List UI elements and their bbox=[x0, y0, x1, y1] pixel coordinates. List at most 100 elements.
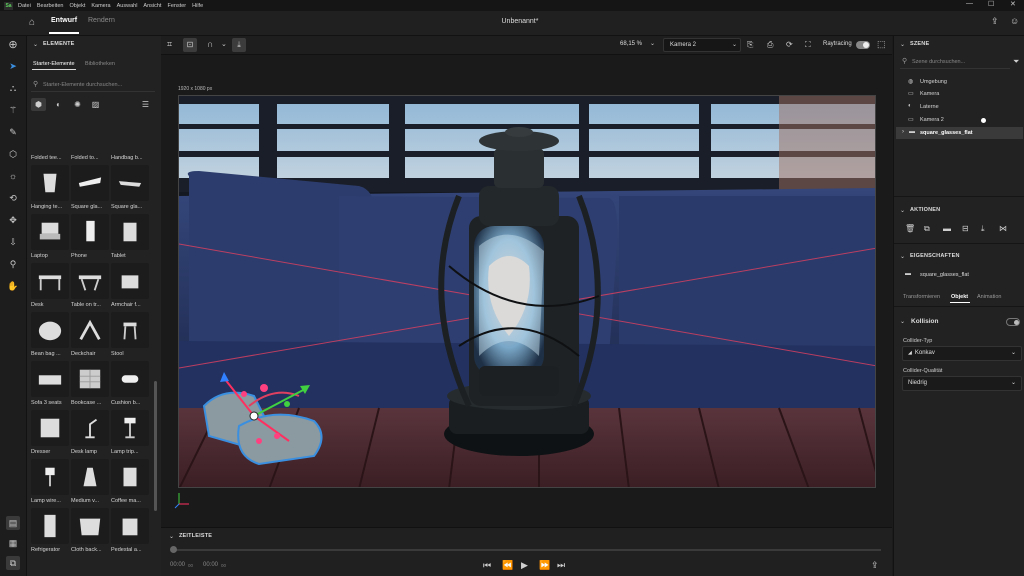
filter-icon[interactable]: ⏷ bbox=[1013, 57, 1019, 67]
scrollbar[interactable] bbox=[154, 381, 157, 511]
step-forward-icon[interactable]: ⏩ bbox=[539, 560, 550, 571]
asset-item[interactable]: Lamp wire... bbox=[31, 459, 69, 509]
hand-icon[interactable]: ✋ bbox=[6, 279, 20, 293]
menu-window[interactable]: Fenster bbox=[167, 3, 186, 9]
filter-images-icon[interactable]: ▨ bbox=[88, 98, 103, 111]
collider-type-select[interactable]: ◢ Konkav ⌄ bbox=[902, 346, 1022, 361]
menu-selection[interactable]: Auswahl bbox=[117, 3, 138, 9]
collider-quality-select[interactable]: Niedrig ⌄ bbox=[902, 376, 1022, 391]
camera-frame-icon[interactable]: ⛶ bbox=[805, 40, 811, 50]
layers-icon[interactable]: ⧉ bbox=[6, 556, 20, 570]
share-icon[interactable]: ⇪ bbox=[991, 16, 999, 27]
tab-object[interactable]: Objekt bbox=[951, 294, 968, 300]
collapse-chevron-icon[interactable]: ⌄ bbox=[33, 41, 38, 48]
select-tool-icon[interactable]: ➤ bbox=[6, 59, 20, 73]
asset-item[interactable]: Square gla... bbox=[71, 165, 109, 215]
group-icon[interactable]: ▬ bbox=[943, 224, 951, 233]
scene-item-environment[interactable]: Umgebung bbox=[920, 79, 947, 85]
raytracing-toggle[interactable] bbox=[856, 41, 870, 49]
asset-item[interactable]: Lamp trip... bbox=[111, 410, 149, 460]
scene-tool-icon[interactable]: ⛬ bbox=[6, 81, 20, 95]
asset-item[interactable]: Coffee ma... bbox=[111, 459, 149, 509]
magic-wand-icon[interactable]: ⚚ bbox=[6, 103, 20, 117]
list-view-icon[interactable]: ☰ bbox=[138, 98, 153, 111]
asset-item[interactable]: Deckchair bbox=[71, 312, 109, 362]
play-icon[interactable]: ▶ bbox=[521, 560, 528, 571]
asset-item[interactable]: Armchair f... bbox=[111, 263, 149, 313]
export-animation-icon[interactable]: ⇪ bbox=[871, 560, 879, 571]
maximize-icon[interactable]: ☐ bbox=[988, 0, 994, 8]
asset-item[interactable]: Phone bbox=[71, 214, 109, 264]
filter-materials-icon[interactable]: ◐ bbox=[51, 98, 66, 111]
minimize-icon[interactable]: — bbox=[966, 0, 973, 7]
asset-item[interactable]: Dresser bbox=[31, 410, 69, 460]
asset-item[interactable]: Table on tr... bbox=[71, 263, 109, 313]
collision-toggle[interactable] bbox=[1006, 318, 1020, 326]
collapse-chevron-icon[interactable]: ⌄ bbox=[900, 253, 905, 260]
library-icon[interactable]: ▦ bbox=[6, 536, 20, 550]
snap-icon[interactable]: ⊡ bbox=[183, 38, 197, 52]
asset-item[interactable]: Cloth back... bbox=[71, 508, 109, 558]
menu-help[interactable]: Hilfe bbox=[192, 3, 203, 9]
user-icon[interactable]: ☺ bbox=[1010, 16, 1019, 26]
asset-item[interactable]: Bookcase ... bbox=[71, 361, 109, 411]
magnet-dropdown-icon[interactable]: ⌄ bbox=[221, 40, 227, 48]
camera-orbit-icon[interactable]: ⟳ bbox=[786, 40, 793, 49]
tab-transform[interactable]: Transformieren bbox=[903, 294, 940, 300]
filter-lights-icon[interactable]: ✺ bbox=[70, 98, 85, 111]
light-icon[interactable]: ☼ bbox=[6, 169, 20, 183]
align-icon[interactable]: ⋈ bbox=[999, 224, 1007, 233]
tab-libraries[interactable]: Bibliotheken bbox=[85, 61, 115, 67]
camera-select[interactable]: Kamera 2 ⌄ bbox=[663, 38, 741, 52]
eyedropper-icon[interactable]: ✎ bbox=[6, 125, 20, 139]
close-icon[interactable]: ✕ bbox=[1010, 0, 1016, 8]
orbit-icon[interactable]: ⟲ bbox=[6, 191, 20, 205]
drop-icon[interactable]: ⤓ bbox=[981, 224, 985, 234]
timeline-track[interactable] bbox=[171, 549, 881, 551]
skip-to-start-icon[interactable]: ⏮ bbox=[483, 560, 491, 571]
scene-item-camera-2[interactable]: Kamera 2 bbox=[920, 117, 944, 123]
menu-object[interactable]: Objekt bbox=[69, 3, 85, 9]
collapse-chevron-icon[interactable]: ⌄ bbox=[900, 41, 905, 48]
asset-item[interactable]: Hanging te... bbox=[31, 165, 69, 215]
menu-file[interactable]: Datei bbox=[18, 3, 31, 9]
cube-icon[interactable]: ⬡ bbox=[6, 147, 20, 161]
add-icon[interactable]: ⊕ bbox=[6, 38, 20, 52]
search-input[interactable]: Starter-Elemente durchsuchen... bbox=[43, 82, 122, 88]
render-preview-icon[interactable]: ⬚ bbox=[877, 39, 886, 50]
asset-item[interactable]: Tablet bbox=[111, 214, 149, 264]
asset-item[interactable]: Folded to... bbox=[71, 152, 109, 166]
pan-icon[interactable]: ✥ bbox=[6, 213, 20, 227]
asset-item[interactable]: Refrigerator bbox=[31, 508, 69, 558]
asset-item[interactable]: Desk bbox=[31, 263, 69, 313]
collapse-chevron-icon[interactable]: ⌄ bbox=[900, 318, 905, 325]
scene-canvas[interactable] bbox=[178, 95, 876, 488]
asset-item[interactable]: Sofa 3 seats bbox=[31, 361, 69, 411]
delete-icon[interactable]: 🗑 bbox=[905, 224, 915, 233]
scene-item-camera[interactable]: Kamera bbox=[920, 91, 939, 97]
tab-starter-assets[interactable]: Starter-Elemente bbox=[33, 61, 75, 67]
magnet-icon[interactable]: ∩ bbox=[207, 39, 213, 49]
duplicate-icon[interactable]: ⧉ bbox=[924, 224, 930, 234]
menu-view[interactable]: Ansicht bbox=[143, 3, 161, 9]
asset-item[interactable]: Medium v... bbox=[71, 459, 109, 509]
ungroup-icon[interactable]: ⊟ bbox=[962, 224, 969, 233]
zoom-level[interactable]: 68,15 % bbox=[620, 41, 642, 47]
camera-add-icon[interactable]: ⎘ bbox=[747, 40, 753, 50]
filter-models-icon[interactable]: ⬢ bbox=[31, 98, 46, 111]
menu-edit[interactable]: Bearbeiten bbox=[37, 3, 64, 9]
asset-item[interactable]: Stool bbox=[111, 312, 149, 362]
chevron-right-icon[interactable]: › bbox=[902, 129, 904, 135]
dolly-icon[interactable]: ⇩ bbox=[6, 235, 20, 249]
scene-item-lantern[interactable]: Laterne bbox=[920, 104, 939, 110]
tab-animation[interactable]: Animation bbox=[977, 294, 1001, 300]
collapse-chevron-icon[interactable]: ⌄ bbox=[900, 207, 905, 214]
asset-item[interactable]: Folded tee... bbox=[31, 152, 69, 166]
asset-item[interactable]: Cushion b... bbox=[111, 361, 149, 411]
asset-search[interactable]: ⚲ Starter-Elemente durchsuchen... bbox=[31, 78, 155, 92]
zoom-icon[interactable]: ⚲ bbox=[6, 257, 20, 271]
skip-to-end-icon[interactable]: ⏭ bbox=[557, 560, 565, 571]
asset-item[interactable]: Laptop bbox=[31, 214, 69, 264]
menu-camera[interactable]: Kamera bbox=[91, 3, 110, 9]
collapse-chevron-icon[interactable]: ⌄ bbox=[169, 533, 174, 540]
